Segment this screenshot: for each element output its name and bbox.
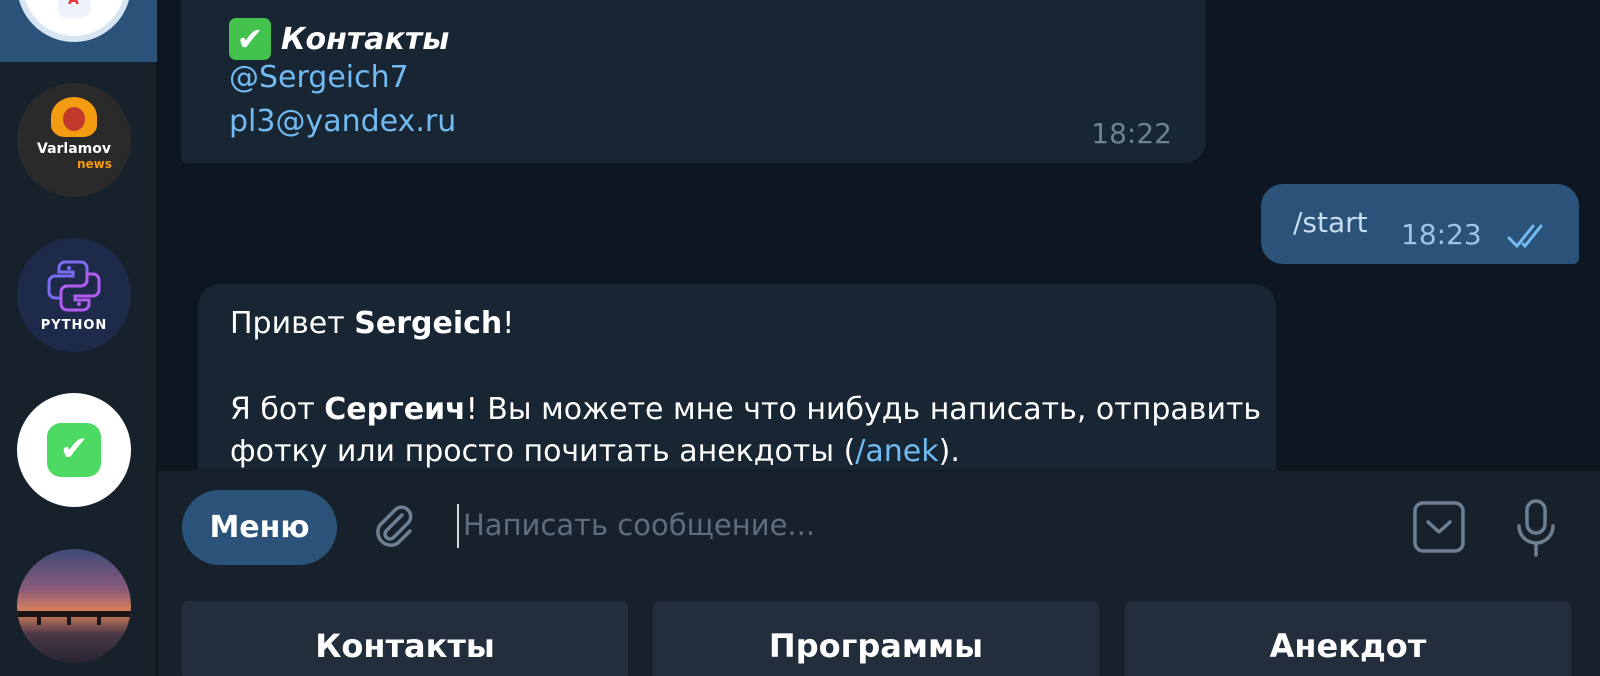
avatar[interactable] — [17, 549, 131, 663]
python-logo-icon — [47, 260, 101, 312]
message-composer: Меню — [158, 470, 1600, 569]
username-link[interactable]: @Sergeich7 — [229, 60, 409, 95]
bot-keyboard-icon[interactable] — [1412, 500, 1466, 554]
command-link[interactable]: /start — [1293, 206, 1368, 239]
keyboard-button-contacts[interactable]: Контакты — [182, 601, 628, 676]
double-check-icon — [1507, 224, 1543, 249]
attach-icon[interactable] — [368, 501, 418, 551]
command-link[interactable]: /anek — [855, 434, 938, 469]
avatar[interactable]: PYTHON — [17, 238, 131, 352]
bot-logo-icon: A — [58, 0, 90, 18]
reply-keyboard: Контакты Программы Анекдот — [158, 569, 1600, 676]
microphone-icon[interactable] — [1512, 498, 1560, 558]
avatar[interactable]: Varlamov news — [17, 83, 131, 197]
email-link[interactable]: pl3@yandex.ru — [229, 104, 456, 139]
avatar[interactable]: ✔ — [17, 393, 131, 507]
keyboard-button-anecdote[interactable]: Анекдот — [1125, 601, 1571, 676]
sun-logo-icon — [51, 97, 97, 137]
bridge-image — [17, 611, 131, 617]
checkmark-icon: ✔ — [47, 423, 101, 477]
message-line: Я бот Сергеич! Вы можете мне что нибудь … — [230, 392, 1262, 427]
message-time: 18:22 — [1091, 117, 1172, 150]
greeting-line: Привет Sergeich! — [230, 306, 515, 341]
checkmark-icon: ✔ — [229, 18, 271, 60]
message-input[interactable] — [463, 497, 1313, 553]
message-outgoing: /start 18:23 — [1261, 184, 1579, 264]
menu-button[interactable]: Меню — [182, 490, 337, 565]
chat-sidebar: A Varlamov news PYTHON ✔ — [0, 0, 157, 676]
message-time: 18:23 — [1401, 218, 1482, 251]
message-title: ✔ Контакты — [229, 18, 449, 60]
message-incoming: ✔ Контакты @Sergeich7 pl3@yandex.ru 18:2… — [181, 0, 1206, 163]
text-cursor — [457, 504, 459, 548]
keyboard-button-programs[interactable]: Программы — [653, 601, 1099, 676]
message-line: фотку или просто почитать анекдоты (/ane… — [230, 434, 960, 469]
